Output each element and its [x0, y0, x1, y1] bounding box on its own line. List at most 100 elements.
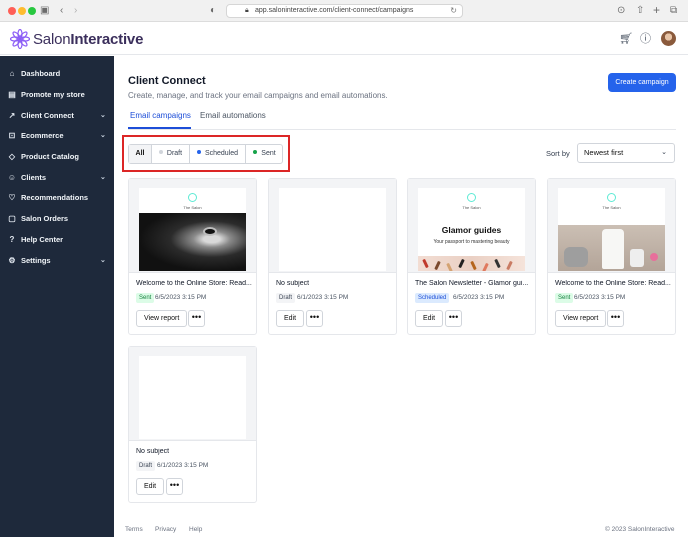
- sidebar-item-dashboard[interactable]: ⌂ Dashboard: [0, 64, 114, 84]
- thumbnail-brush-shape: [446, 262, 453, 271]
- status-dot-icon: [196, 150, 201, 155]
- help-icon[interactable]: ⓘ: [640, 33, 651, 45]
- brand-name-bold: Interactive: [70, 31, 144, 48]
- status-badge: Draft: [276, 293, 296, 303]
- reload-icon[interactable]: ↻: [450, 5, 457, 17]
- sidebar-item-settings[interactable]: ⚙ Settings ⌄: [0, 251, 114, 271]
- privacy-shield-icon[interactable]: ◐: [210, 4, 216, 18]
- campaign-thumbnail[interactable]: The Salon: [129, 179, 256, 273]
- campaign-thumbnail[interactable]: The Salon: [548, 179, 675, 273]
- campaign-thumbnail[interactable]: [269, 179, 396, 273]
- sort-value: Newest first: [584, 148, 624, 157]
- campaign-card[interactable]: No subject Draft 6/1/2023 3:15 PM Edit •••: [268, 178, 397, 335]
- campaign-card[interactable]: No subject Draft 6/1/2023 3:15 PM Edit •••: [128, 346, 257, 503]
- sidebar-item-promote-my-store[interactable]: ▤ Promote my store: [0, 85, 114, 105]
- campaign-card[interactable]: The Salon Welcome to the Online Store: Re…: [128, 178, 257, 335]
- status-filter-group: All Draft Scheduled Sent: [128, 144, 283, 164]
- chevron-down-icon: ⌄: [100, 112, 106, 119]
- sidebar-item-ecommerce[interactable]: ⊡ Ecommerce ⌄: [0, 126, 114, 146]
- sidebar-item-product-catalog[interactable]: ◇ Product Catalog: [0, 147, 114, 167]
- share-icon[interactable]: ⇧: [636, 4, 644, 18]
- thumbnail-logo-icon: [467, 193, 476, 202]
- filter-label: Sent: [261, 150, 276, 157]
- sort-select[interactable]: Newest first ⌄: [577, 143, 675, 163]
- filter-draft[interactable]: Draft: [152, 145, 190, 163]
- campaign-date: 6/1/2023 3:15 PM: [157, 462, 209, 469]
- more-options-button[interactable]: •••: [607, 310, 624, 327]
- status-badge: Scheduled: [415, 293, 450, 303]
- more-options-button[interactable]: •••: [166, 478, 183, 495]
- footer-link-terms[interactable]: Terms: [125, 526, 143, 533]
- filter-all[interactable]: All: [129, 145, 152, 163]
- edit-button[interactable]: Edit: [415, 310, 444, 327]
- sidebar-item-label: Salon Orders: [21, 214, 69, 223]
- thumbnail-brand-name: The Salon: [462, 205, 481, 210]
- sidebar-item-client-connect[interactable]: ↗ Client Connect ⌄: [0, 106, 114, 126]
- campaign-title: Welcome to the Online Store: Read...: [136, 280, 252, 287]
- thumbnail-brush-shape: [434, 260, 441, 271]
- more-options-button[interactable]: •••: [445, 310, 462, 327]
- back-icon[interactable]: ‹: [60, 4, 63, 18]
- status-badge: Sent: [136, 293, 155, 303]
- campaign-thumbnail[interactable]: The Salon Glamor guides Your passport to m…: [408, 179, 535, 273]
- sidebar-toggle-icon[interactable]: ▣: [40, 4, 49, 18]
- thumbnail-brush-shape: [458, 258, 465, 269]
- thumbnail-portrait-image: [139, 213, 246, 271]
- new-tab-icon[interactable]: +: [653, 3, 660, 17]
- thumbnail-eye-shape: [205, 229, 215, 234]
- lock-icon: 🔒︎: [245, 7, 249, 14]
- edit-button[interactable]: Edit: [136, 478, 165, 495]
- campaign-card[interactable]: The Salon Glamor guides Your passport to m…: [407, 178, 536, 335]
- more-options-button[interactable]: •••: [188, 310, 205, 327]
- chart-icon: ↗: [8, 111, 16, 120]
- create-campaign-button[interactable]: Create campaign: [608, 73, 676, 92]
- help-icon: ?: [9, 235, 15, 244]
- window-minimize-button[interactable]: [18, 7, 26, 15]
- campaign-date: 6/5/2023 3:15 PM: [574, 294, 626, 301]
- view-report-button[interactable]: View report: [136, 310, 188, 327]
- sidebar-item-help-center[interactable]: ? Help Center: [0, 230, 114, 250]
- sidebar-item-label: Settings: [21, 256, 51, 265]
- tab-overview-icon[interactable]: ⧉: [670, 4, 677, 18]
- thumbnail-brush-shape: [422, 258, 429, 269]
- tag-icon: ◇: [8, 152, 16, 161]
- browser-toolbar: ▣ ‹ › ◐ 🔒︎ app.saloninteractive.com/clie…: [0, 0, 688, 22]
- avatar[interactable]: [661, 31, 676, 46]
- filter-scheduled[interactable]: Scheduled: [190, 145, 246, 163]
- download-icon[interactable]: ⊙: [617, 4, 625, 18]
- tabs-divider: [128, 129, 676, 130]
- sidebar-item-label: Recommendations: [21, 193, 89, 202]
- sidebar-item-label: Product Catalog: [21, 152, 79, 161]
- footer-link-help[interactable]: Help: [189, 526, 202, 533]
- view-report-button[interactable]: View report: [555, 310, 607, 327]
- forward-icon[interactable]: ›: [74, 4, 77, 18]
- thumbnail-brush-shape: [494, 258, 501, 269]
- email-preview: The Salon Glamor guides Your passport to m…: [418, 188, 525, 271]
- address-bar[interactable]: 🔒︎ app.saloninteractive.com/client-conne…: [226, 4, 463, 18]
- filter-label: Draft: [166, 150, 183, 157]
- sidebar-item-label: Ecommerce: [21, 131, 64, 140]
- footer-link-privacy[interactable]: Privacy: [155, 526, 176, 533]
- sidebar-item-label: Promote my store: [21, 90, 85, 99]
- campaign-card[interactable]: The Salon Welcome to the Online Store: Re…: [547, 178, 676, 335]
- tab-email-campaigns[interactable]: Email campaigns: [130, 111, 191, 120]
- campaign-title: No subject: [276, 280, 310, 287]
- sidebar-item-recommendations[interactable]: ♡ Recommendations: [0, 188, 114, 208]
- tab-email-automations[interactable]: Email automations: [200, 111, 266, 120]
- sidebar-item-salon-orders[interactable]: ▢ Salon Orders: [0, 209, 114, 229]
- campaign-thumbnail[interactable]: [129, 347, 256, 441]
- thumbnail-brush-shape: [506, 260, 513, 271]
- edit-button[interactable]: Edit: [276, 310, 305, 327]
- sidebar-item-clients[interactable]: ☺ Clients ⌄: [0, 168, 114, 188]
- window-zoom-button[interactable]: [28, 7, 36, 15]
- window-close-button[interactable]: [8, 7, 16, 15]
- page-title: Client Connect: [128, 75, 206, 87]
- users-icon: ☺: [7, 173, 17, 182]
- filter-sent[interactable]: Sent: [246, 145, 283, 163]
- heart-icon: ♡: [8, 193, 16, 202]
- cart-icon[interactable]: 🛒︎: [619, 33, 633, 45]
- more-options-button[interactable]: •••: [306, 310, 323, 327]
- sidebar-item-label: Clients: [21, 173, 47, 182]
- brand-name[interactable]: SalonInteractive: [33, 31, 143, 48]
- url-text: app.saloninteractive.com/client-connect/…: [255, 7, 414, 14]
